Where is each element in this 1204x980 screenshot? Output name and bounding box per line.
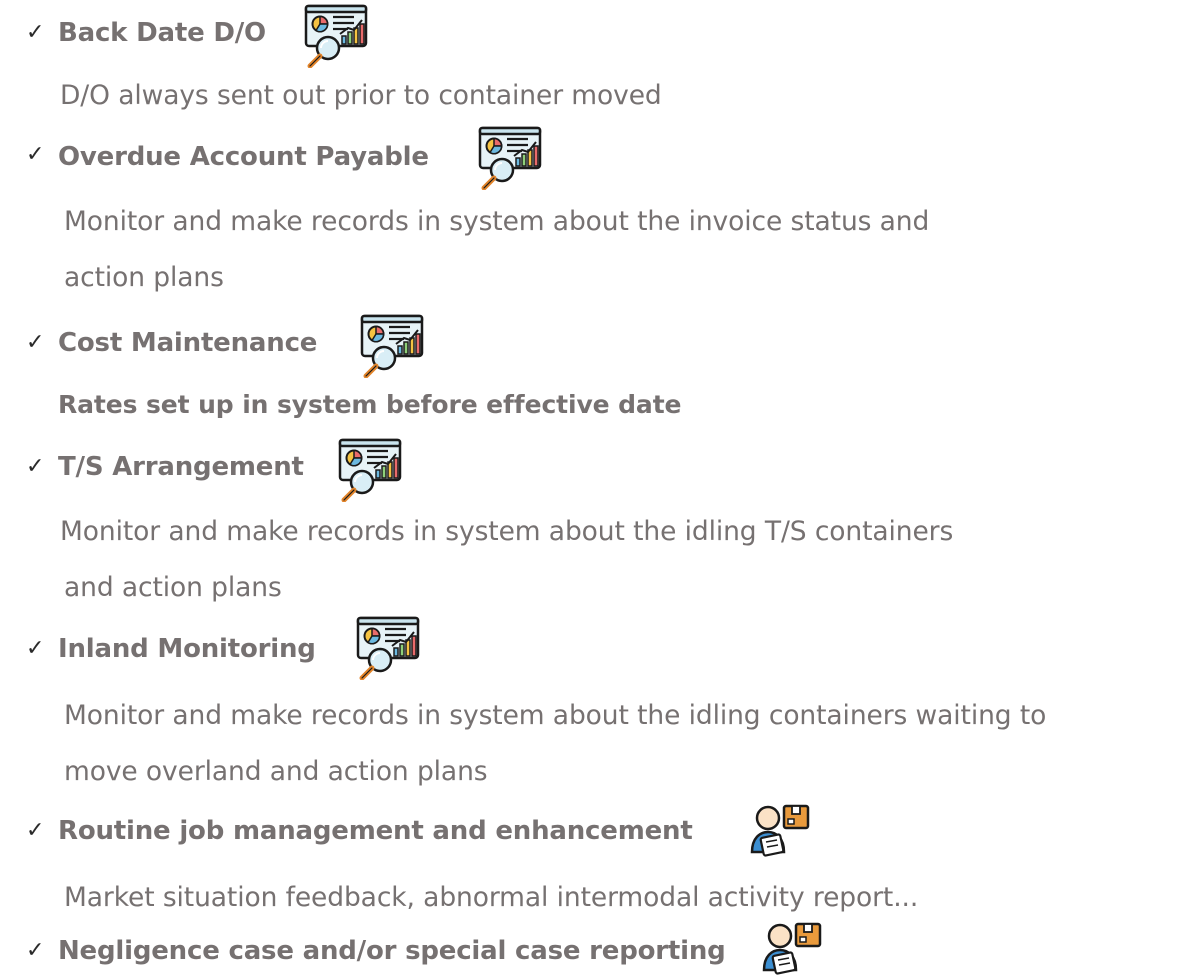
list-item: ✓ T/S Arrangement: [0, 434, 1204, 500]
item-title: Back Date D/O: [58, 18, 266, 48]
item-title: Routine job management and enhancement: [58, 816, 693, 846]
item-description: and action plans: [64, 572, 282, 603]
list-item: ✓ Back Date D/O: [0, 0, 1204, 66]
list-item: ✓ Cost Maintenance: [0, 310, 1204, 376]
worker-clipboard-box-icon: [762, 922, 822, 976]
item-description: Monitor and make records in system about…: [60, 516, 954, 547]
check-mark-icon: ✓: [26, 938, 45, 963]
item-description: Monitor and make records in system about…: [64, 700, 1047, 731]
list-item: ✓ Overdue Account Payable: [0, 122, 1204, 188]
dashboard-magnifier-icon: [354, 616, 422, 680]
check-mark-icon: ✓: [26, 20, 45, 45]
item-description: move overland and action plans: [64, 756, 488, 787]
check-mark-icon: ✓: [26, 818, 45, 843]
item-description: Monitor and make records in system about…: [64, 206, 930, 237]
check-mark-icon: ✓: [26, 454, 45, 479]
item-description: Rates set up in system before effective …: [58, 390, 682, 419]
item-title: Inland Monitoring: [58, 634, 316, 664]
list-item: ✓ Inland Monitoring: [0, 616, 1204, 682]
dashboard-magnifier-icon: [476, 126, 544, 190]
list-item: ✓ Negligence case and/or special case re…: [0, 914, 1204, 980]
item-description: Market situation feedback, abnormal inte…: [64, 882, 919, 913]
check-mark-icon: ✓: [26, 636, 45, 661]
dashboard-magnifier-icon: [358, 314, 426, 378]
item-title: Cost Maintenance: [58, 328, 318, 358]
check-mark-icon: ✓: [26, 330, 45, 355]
item-title: T/S Arrangement: [58, 452, 304, 482]
worker-clipboard-box-icon: [750, 804, 810, 858]
item-description: D/O always sent out prior to container m…: [60, 80, 662, 111]
check-mark-icon: ✓: [26, 142, 45, 167]
item-description: action plans: [64, 262, 224, 293]
dashboard-magnifier-icon: [336, 438, 404, 502]
dashboard-magnifier-icon: [302, 4, 370, 68]
list-item: ✓ Routine job management and enhancement: [0, 796, 1204, 862]
item-title: Negligence case and/or special case repo…: [58, 936, 726, 966]
item-title: Overdue Account Payable: [58, 142, 429, 172]
